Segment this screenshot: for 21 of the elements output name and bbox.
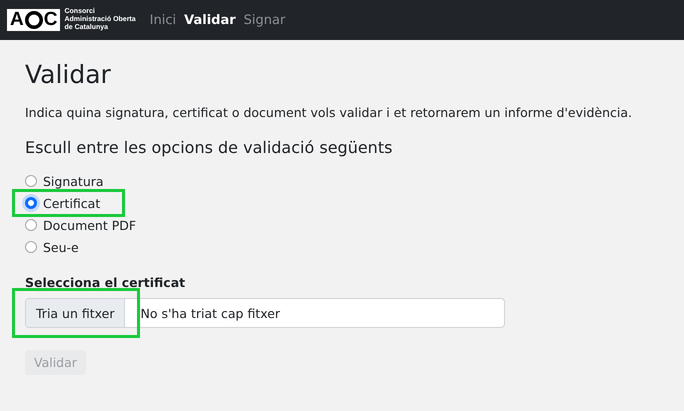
option-label: Seu-e [43,240,79,254]
file-status: No s'ha triat cap fitxer [139,304,282,323]
option-label: Signatura [43,174,104,188]
radio-button[interactable] [25,197,37,209]
radio-button[interactable] [25,219,37,231]
logo-letter: C [44,9,58,31]
nav-link[interactable]: Signar [244,12,286,28]
ring-icon [24,11,43,29]
radio-button[interactable] [25,241,37,253]
page-title: Validar [25,60,112,89]
field-label: Selecciona el certificat [25,275,186,290]
choose-file-button[interactable]: Tria un fitxer [26,299,126,327]
intro-text: Indica quina signatura, certificat o document vols validar i et retornarem un informe d'evidència. [25,105,634,120]
nav-link[interactable]: Validar [184,12,236,28]
options-heading: Escull entre les opcions de validació següents [25,138,394,157]
logo-letter: A [10,9,24,31]
option-label: Document PDF [43,218,136,232]
file-input[interactable]: Tria un fitxer No s'ha triat cap fitxer [25,298,505,328]
radio-button[interactable] [25,175,37,187]
option-label: Certificat [43,196,100,210]
nav-link[interactable]: Inici [150,12,176,28]
